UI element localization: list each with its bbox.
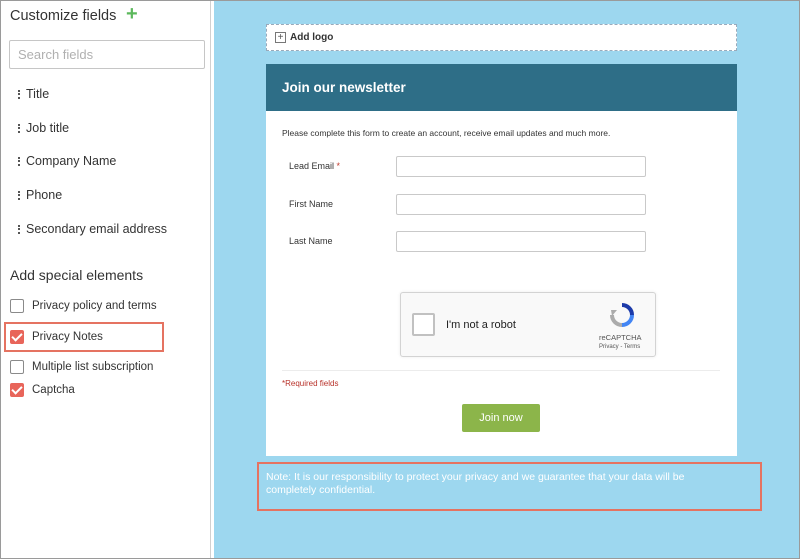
recaptcha-brand: reCAPTCHA [599,333,642,342]
search-fields-input[interactable] [9,40,205,69]
recaptcha-label: I'm not a robot [446,319,516,331]
recaptcha-widget: I'm not a robot reCAPTCHA Privacy - Term… [400,292,656,357]
form-intro: Please complete this form to create an a… [282,128,611,138]
field-item-label: Secondary email address [26,222,168,236]
field-item-job-title[interactable]: Job title [18,121,69,135]
lead-email-label: Lead Email * [289,161,340,171]
plus-icon: + [275,32,286,43]
recaptcha-checkbox[interactable] [412,313,435,336]
add-field-plus-icon[interactable]: + [126,4,138,24]
last-name-label: Last Name [289,236,333,246]
field-item-phone[interactable]: Phone [18,188,62,202]
drag-handle-icon[interactable] [18,189,21,201]
privacy-policy-checkbox[interactable] [10,299,24,313]
field-item-label: Title [26,87,50,101]
lead-email-input[interactable] [396,156,646,177]
required-fields-note: *Required fields [282,379,339,388]
first-name-label: First Name [289,199,334,209]
last-name-input[interactable] [396,231,646,252]
drag-handle-icon[interactable] [18,88,21,100]
special-captcha[interactable]: Captcha [10,383,75,397]
field-item-label: Job title [26,121,70,135]
customize-sidebar: Customize fields + Title Job title Compa… [1,1,211,558]
special-elements-title: Add special elements [10,267,144,283]
field-item-label: Company Name [26,154,117,168]
join-now-button[interactable]: Join now [462,404,540,432]
newsletter-form: Join our newsletter Please complete this… [266,64,737,456]
field-item-label: Phone [26,188,63,202]
special-label: Privacy policy and terms [32,300,157,312]
captcha-checkbox[interactable] [10,383,24,397]
drag-handle-icon[interactable] [18,223,21,235]
multiple-list-checkbox[interactable] [10,360,24,374]
special-label: Multiple list subscription [32,361,154,373]
sidebar-title: Customize fields [10,8,117,24]
form-divider [282,370,720,371]
field-item-title[interactable]: Title [18,87,49,101]
drag-handle-icon[interactable] [18,155,21,167]
privacy-notes-highlight [4,322,164,352]
required-mark: * [336,161,341,171]
recaptcha-terms-link[interactable]: Privacy - Terms [599,344,640,350]
first-name-input[interactable] [396,194,646,215]
recaptcha-logo-icon [610,303,634,327]
special-multiple-list[interactable]: Multiple list subscription [10,360,153,374]
privacy-note-highlight [257,462,762,511]
field-item-secondary-email[interactable]: Secondary email address [18,222,167,236]
form-title: Join our newsletter [282,80,406,95]
drag-handle-icon[interactable] [18,122,21,134]
field-item-company-name[interactable]: Company Name [18,154,116,168]
lead-email-label-text: Lead Email [289,161,335,171]
form-header: Join our newsletter [266,64,737,111]
add-logo-label: Add logo [290,32,334,43]
special-privacy-policy[interactable]: Privacy policy and terms [10,299,157,313]
special-label: Captcha [32,384,75,396]
add-logo-bar[interactable]: + Add logo [266,24,737,51]
